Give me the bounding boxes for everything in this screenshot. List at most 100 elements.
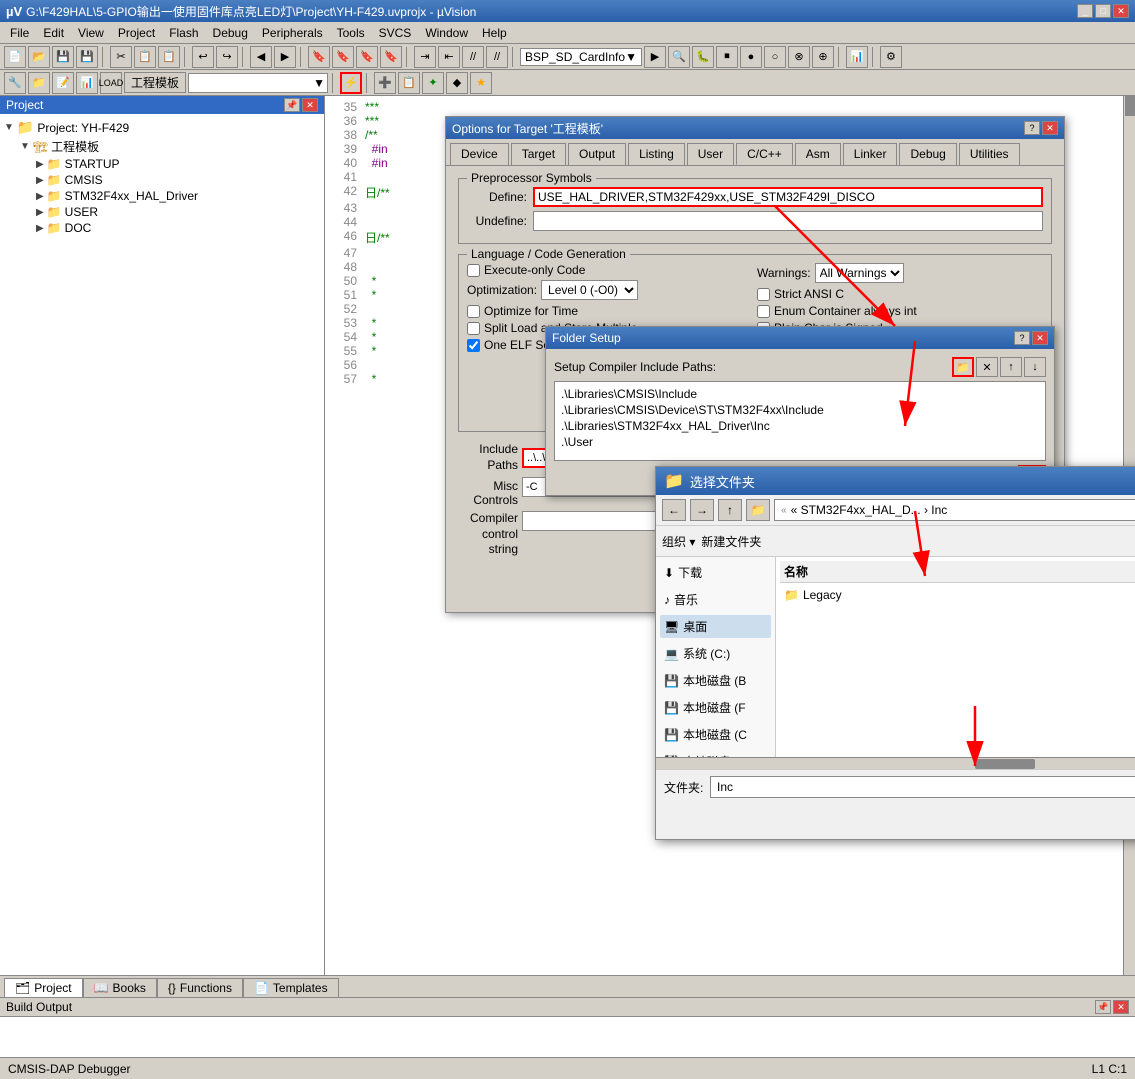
bsp-sdcard-dropdown[interactable]: BSP_SD_CardInfo ▼ — [520, 48, 642, 66]
batch-btn[interactable]: 📋 — [398, 72, 420, 94]
tab-listing[interactable]: Listing — [628, 143, 685, 165]
toolbar2-btn4[interactable]: 📊 — [76, 72, 98, 94]
tab-target[interactable]: Target — [511, 143, 566, 165]
uncomment-btn[interactable]: // — [486, 46, 508, 68]
folder-down-btn[interactable]: ↓ — [1024, 357, 1046, 377]
bookmark3-btn[interactable]: 🔖 — [356, 46, 378, 68]
warnings-select[interactable]: All Warnings — [815, 263, 904, 283]
options-help-btn[interactable]: ? — [1024, 121, 1040, 135]
tree-item-user[interactable]: ▶ 📁 USER — [36, 204, 320, 220]
new-file-btn[interactable]: 📄 — [4, 46, 26, 68]
split-load-cb[interactable] — [467, 322, 480, 335]
save-all-btn[interactable]: 💾 — [76, 46, 98, 68]
file-new-folder-btn[interactable]: 新建文件夹 — [701, 533, 761, 550]
toolbar2-btn1[interactable]: 🔧 — [4, 72, 26, 94]
file-up-btn[interactable]: ↑ — [718, 499, 742, 521]
file-back-btn[interactable]: ← — [662, 499, 686, 521]
template-dropdown[interactable]: ▼ — [188, 73, 328, 93]
search-btn[interactable]: 🔍 — [668, 46, 690, 68]
menu-view[interactable]: View — [72, 24, 110, 42]
wizard-btn[interactable]: ⚡ — [340, 72, 362, 94]
one-elf-cb[interactable] — [467, 339, 480, 352]
folder-list-box[interactable]: .\Libraries\CMSIS\Include .\Libraries\CM… — [554, 381, 1046, 461]
tab-device[interactable]: Device — [450, 143, 509, 165]
folder-path-3[interactable]: .\Libraries\STM32F4xx_HAL_Driver\Inc — [559, 418, 1041, 434]
build-pin-btn[interactable]: 📌 — [1095, 1000, 1111, 1014]
menu-flash[interactable]: Flash — [163, 24, 204, 42]
diamond-btn[interactable]: ◆ — [446, 72, 468, 94]
optimization-select[interactable]: Level 0 (-O0) — [541, 280, 638, 300]
file-path-bar[interactable]: « « STM32F4xx_HAL_D... › Inc ▼ — [774, 499, 1135, 521]
sidebar-disk-b[interactable]: 💾 本地磁盘 (B — [660, 669, 771, 692]
bookmark4-btn[interactable]: 🔖 — [380, 46, 402, 68]
tab-functions[interactable]: {} Functions — [157, 978, 243, 997]
tab-utilities[interactable]: Utilities — [959, 143, 1020, 165]
col-name[interactable]: 名称 — [784, 563, 1135, 580]
restore-button[interactable]: □ — [1095, 4, 1111, 18]
sidebar-download[interactable]: ⬇ 下载 — [660, 561, 771, 584]
menu-tools[interactable]: Tools — [331, 24, 371, 42]
folder-up-btn[interactable]: ↑ — [1000, 357, 1022, 377]
add-btn[interactable]: ➕ — [374, 72, 396, 94]
file-hscrollbar[interactable] — [656, 757, 1135, 769]
folder-help-btn[interactable]: ? — [1014, 331, 1030, 345]
execute-only-cb[interactable] — [467, 264, 480, 277]
strict-ansi-cb[interactable] — [757, 288, 770, 301]
tab-user[interactable]: User — [687, 143, 734, 165]
file-organize-btn[interactable]: 组织 ▾ — [662, 533, 695, 550]
star-btn[interactable]: ★ — [470, 72, 492, 94]
panel-pin-btn[interactable]: 📌 — [284, 98, 300, 112]
tab-cpp[interactable]: C/C++ — [736, 143, 793, 165]
green-btn[interactable]: ✦ — [422, 72, 444, 94]
filename-input[interactable] — [710, 776, 1135, 798]
scrollbar-thumb[interactable] — [1125, 96, 1135, 116]
stop-btn[interactable]: ⏹ — [716, 46, 738, 68]
settings-btn[interactable]: ⚙ — [880, 46, 902, 68]
save-btn[interactable]: 💾 — [52, 46, 74, 68]
options-close-btn[interactable]: ✕ — [1042, 121, 1058, 135]
folder-del-btn[interactable]: ✕ — [976, 357, 998, 377]
run-btn[interactable]: ● — [740, 46, 762, 68]
nav-back-btn[interactable]: ◀ — [250, 46, 272, 68]
hscrollbar-thumb[interactable] — [975, 759, 1035, 769]
outdent-btn[interactable]: ⇤ — [438, 46, 460, 68]
go-btn[interactable]: ▶ — [644, 46, 666, 68]
menu-project[interactable]: Project — [112, 24, 161, 42]
folder-close-btn[interactable]: ✕ — [1032, 331, 1048, 345]
tree-item-template[interactable]: ▼ 🏗 工程模板 — [20, 137, 320, 156]
define-input[interactable] — [533, 187, 1043, 207]
cut-btn[interactable]: ✂ — [110, 46, 132, 68]
menu-svcs[interactable]: SVCS — [373, 24, 418, 42]
file-forward-btn[interactable]: → — [690, 499, 714, 521]
menu-edit[interactable]: Edit — [37, 24, 70, 42]
sidebar-disk-f[interactable]: 💾 本地磁盘 (F — [660, 696, 771, 719]
folder-path-1[interactable]: .\Libraries\CMSIS\Include — [559, 386, 1041, 402]
bookmark-btn[interactable]: 🔖 — [308, 46, 330, 68]
close-button[interactable]: ✕ — [1113, 4, 1129, 18]
folder-add-btn[interactable]: 📁 — [952, 357, 974, 377]
redo-btn[interactable]: ↪ — [216, 46, 238, 68]
panel-close-btn[interactable]: ✕ — [302, 98, 318, 112]
rebuild-btn[interactable]: ⊕ — [812, 46, 834, 68]
load-btn[interactable]: LOAD — [100, 72, 122, 94]
bookmark2-btn[interactable]: 🔖 — [332, 46, 354, 68]
tab-linker[interactable]: Linker — [843, 143, 898, 165]
sidebar-system-c[interactable]: 💻 系统 (C:) — [660, 642, 771, 665]
tree-item-hal[interactable]: ▶ 📁 STM32F4xx_HAL_Driver — [36, 188, 320, 204]
setup-btn[interactable]: 📊 — [846, 46, 868, 68]
tree-item-doc[interactable]: ▶ 📁 DOC — [36, 220, 320, 236]
enum-cb[interactable] — [757, 305, 770, 318]
menu-file[interactable]: File — [4, 24, 35, 42]
sidebar-music[interactable]: ♪ 音乐 — [660, 588, 771, 611]
tab-asm[interactable]: Asm — [795, 143, 841, 165]
menu-debug[interactable]: Debug — [207, 24, 254, 42]
tab-output[interactable]: Output — [568, 143, 626, 165]
sidebar-disk-more[interactable]: 💾 本地磁盘... — [660, 750, 771, 757]
reset-btn[interactable]: ○ — [764, 46, 786, 68]
optimize-time-cb[interactable] — [467, 305, 480, 318]
menu-help[interactable]: Help — [476, 24, 513, 42]
tab-project[interactable]: 🗂 Project — [4, 978, 83, 997]
clear-btn[interactable]: ⊗ — [788, 46, 810, 68]
file-item-legacy[interactable]: 📁 Legacy 2018/1/7 星期... 文件夹 — [780, 583, 1135, 606]
tab-books[interactable]: 📖 Books — [83, 978, 157, 997]
